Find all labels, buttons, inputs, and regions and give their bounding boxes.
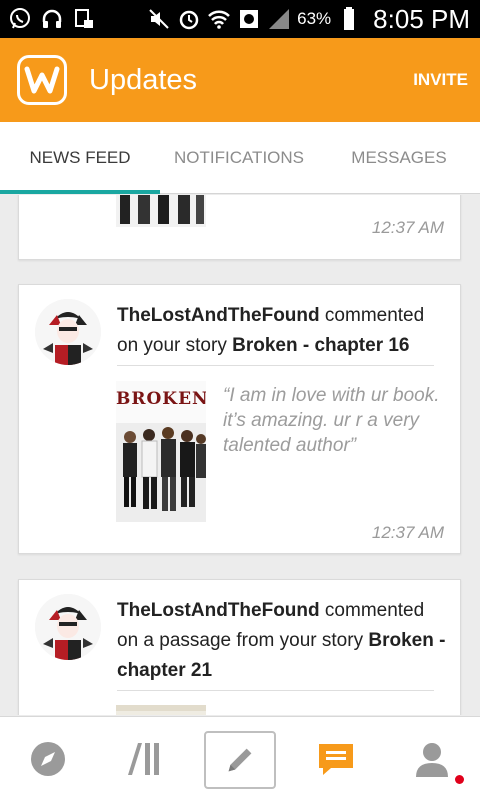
discover-button[interactable] xyxy=(20,731,76,787)
timestamp: 12:37 AM xyxy=(371,218,444,237)
wattpad-logo-icon xyxy=(17,55,67,105)
comment-quote: “I am in love with ur book. it’s amazing… xyxy=(223,385,440,456)
pencil-icon xyxy=(228,748,252,772)
notification-text: TheLostAndTheFound commented on a passag… xyxy=(117,596,446,686)
tab-label: NEWS FEED xyxy=(29,147,131,167)
story-link[interactable]: Broken - chapter 16 xyxy=(232,335,409,356)
feed-card[interactable]: TheLostAndTheFound commented on a passag… xyxy=(18,579,461,715)
tab-bar: NEWS FEED NOTIFICATIONS MESSAGES xyxy=(0,122,480,194)
tab-messages[interactable]: MESSAGES xyxy=(318,122,480,193)
tab-news-feed[interactable]: NEWS FEED xyxy=(0,122,160,193)
clock: 8:05 PM xyxy=(373,3,470,34)
tab-label: MESSAGES xyxy=(351,147,447,167)
page-title: Updates xyxy=(89,63,198,96)
battery-percent: 63% xyxy=(297,9,332,28)
profile-button[interactable] xyxy=(404,731,460,787)
compass-icon xyxy=(31,742,65,776)
avatar[interactable] xyxy=(35,299,101,365)
story-cover-image[interactable]: BROKEN xyxy=(116,381,206,522)
invite-button[interactable]: INVITE xyxy=(413,70,468,90)
username-link[interactable]: TheLostAndTheFound xyxy=(117,600,320,621)
avatar[interactable] xyxy=(35,594,101,660)
library-icon xyxy=(128,743,159,775)
divider xyxy=(117,365,434,366)
signal-icon xyxy=(267,7,291,31)
library-button[interactable] xyxy=(116,731,172,787)
notification-dot xyxy=(455,775,464,784)
alarm-icon xyxy=(177,7,201,31)
feed-card[interactable]: 12:37 AM xyxy=(18,195,461,260)
username-link[interactable]: TheLostAndTheFound xyxy=(117,305,320,326)
updates-icon xyxy=(319,744,353,775)
story-cover-image[interactable] xyxy=(116,705,206,715)
wifi-icon xyxy=(207,7,231,31)
notification-text: TheLostAndTheFound commented on your sto… xyxy=(117,301,446,361)
timestamp: 12:37 AM xyxy=(371,523,444,542)
screenshot-icon xyxy=(72,7,96,31)
app-bar: Updates INVITE xyxy=(0,38,480,122)
mute-icon xyxy=(147,7,171,31)
updates-button[interactable] xyxy=(308,731,364,787)
story-cover-image[interactable] xyxy=(116,195,206,227)
data-icon xyxy=(237,7,261,31)
divider xyxy=(117,690,434,691)
tab-notifications[interactable]: NOTIFICATIONS xyxy=(160,122,318,193)
status-bar: 63% 8:05 PM xyxy=(0,0,480,38)
whatsapp-icon xyxy=(8,7,32,31)
tab-label: NOTIFICATIONS xyxy=(173,147,304,167)
profile-icon xyxy=(416,743,448,777)
news-feed[interactable]: 12:37 AM TheLostAndTheFound commented on… xyxy=(0,195,480,715)
cover-title: BROKEN xyxy=(116,389,206,409)
bottom-navigation xyxy=(0,716,480,800)
write-button[interactable] xyxy=(204,731,276,789)
battery-icon xyxy=(337,7,361,31)
feed-card[interactable]: TheLostAndTheFound commented on your sto… xyxy=(18,284,461,554)
headphones-icon xyxy=(40,7,64,31)
tab-indicator xyxy=(0,190,160,194)
